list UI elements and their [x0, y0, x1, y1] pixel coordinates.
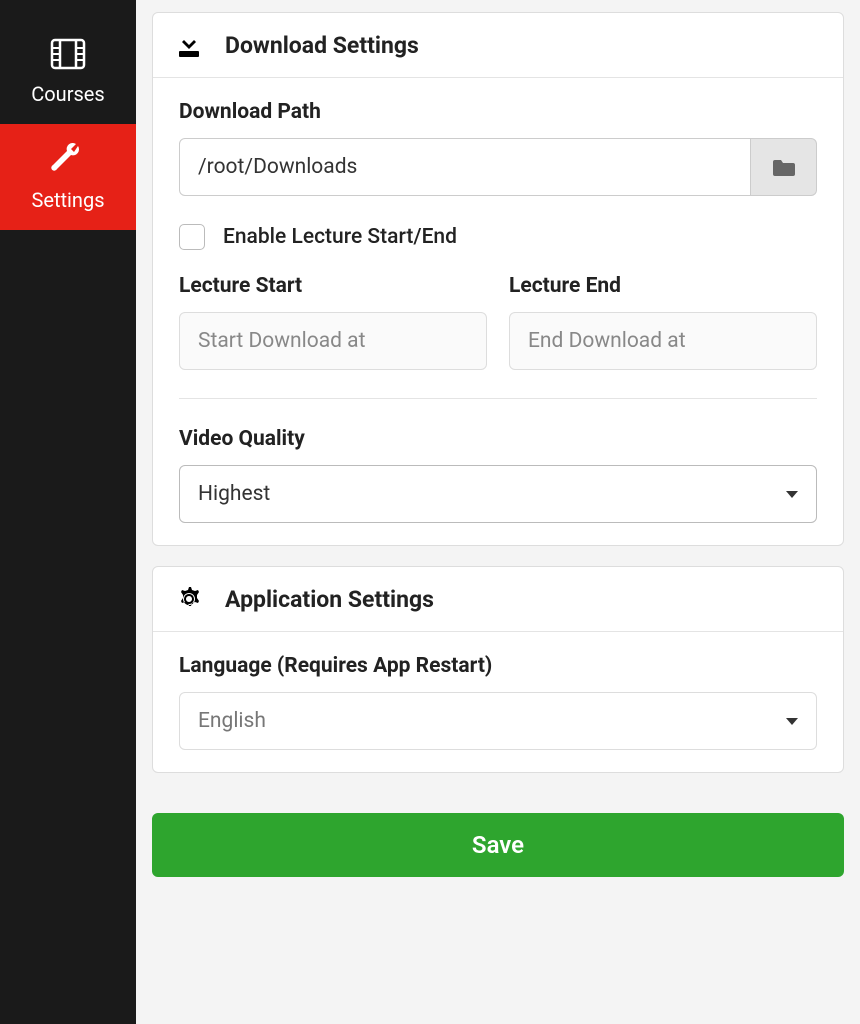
download-path-label: Download Path — [179, 100, 817, 124]
browse-folder-button[interactable] — [751, 138, 817, 196]
film-icon — [48, 36, 88, 72]
lecture-start-input[interactable] — [179, 312, 487, 370]
download-icon — [175, 31, 203, 59]
chevron-down-icon — [786, 718, 798, 725]
download-path-input[interactable] — [179, 138, 751, 196]
wrench-icon — [48, 142, 88, 178]
sidebar-item-label: Courses — [31, 82, 104, 106]
panel-header: Application Settings — [153, 567, 843, 632]
sidebar-item-settings[interactable]: Settings — [0, 124, 136, 230]
application-settings-title: Application Settings — [225, 586, 434, 613]
folder-icon — [773, 158, 795, 176]
language-label: Language (Requires App Restart) — [179, 654, 817, 678]
save-button[interactable]: Save — [152, 813, 844, 877]
download-settings-panel: Download Settings Download Path Enable L… — [152, 12, 844, 546]
divider — [179, 398, 817, 399]
chevron-down-icon — [786, 491, 798, 498]
download-settings-title: Download Settings — [225, 32, 419, 59]
lecture-start-label: Lecture Start — [179, 274, 487, 298]
sidebar-item-label: Settings — [31, 188, 104, 212]
application-settings-panel: Application Settings Language (Requires … — [152, 566, 844, 773]
video-quality-select[interactable]: Highest — [179, 465, 817, 523]
language-value: English — [198, 709, 266, 733]
video-quality-value: Highest — [198, 482, 270, 506]
sidebar: Courses Settings — [0, 0, 136, 1024]
gear-icon — [175, 585, 203, 613]
main-content: Download Settings Download Path Enable L… — [136, 0, 860, 1024]
language-select[interactable]: English — [179, 692, 817, 750]
lecture-end-label: Lecture End — [509, 274, 817, 298]
enable-lecture-start-end-label: Enable Lecture Start/End — [223, 225, 457, 249]
lecture-end-input[interactable] — [509, 312, 817, 370]
panel-header: Download Settings — [153, 13, 843, 78]
video-quality-label: Video Quality — [179, 427, 817, 451]
sidebar-item-courses[interactable]: Courses — [0, 18, 136, 124]
enable-lecture-start-end-checkbox[interactable] — [179, 224, 205, 250]
